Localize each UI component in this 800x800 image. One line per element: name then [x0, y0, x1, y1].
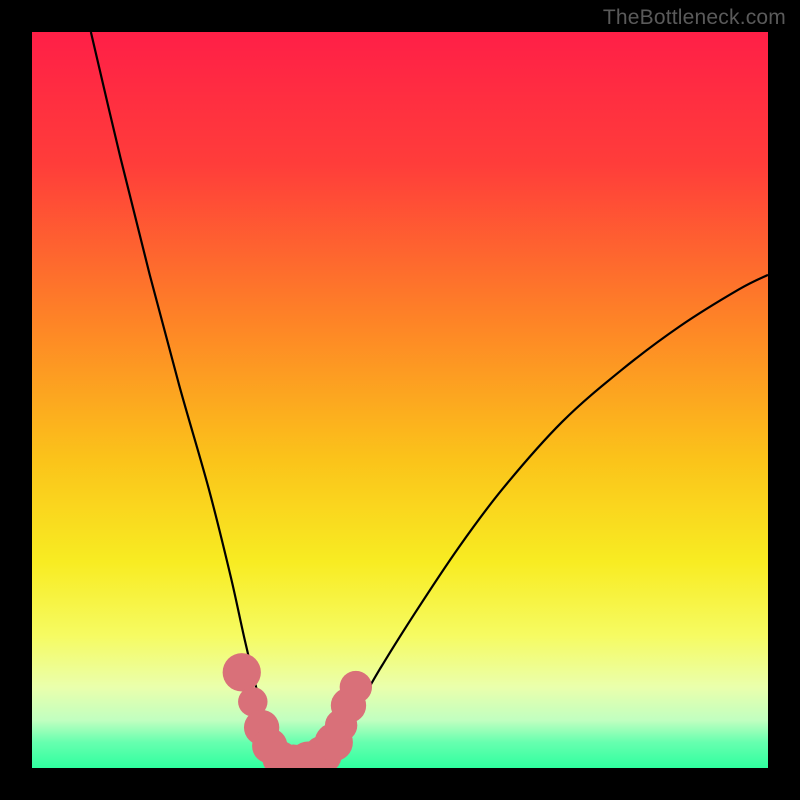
chart-background-gradient: [32, 32, 768, 768]
watermark-text: TheBottleneck.com: [603, 6, 786, 30]
chart-frame: [32, 32, 768, 768]
